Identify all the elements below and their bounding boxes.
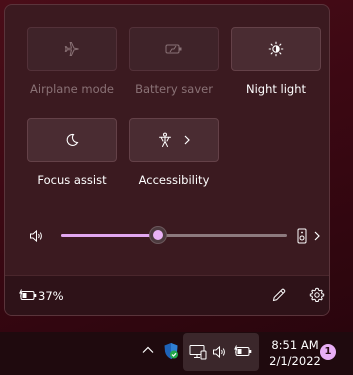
pencil-icon[interactable] [271, 287, 287, 303]
battery-saver-toggle[interactable] [129, 27, 219, 71]
battery-charging-icon[interactable] [19, 289, 37, 301]
night-light-label: Night light [245, 82, 307, 96]
notification-badge[interactable]: 1 [320, 344, 336, 360]
chevron-right-icon[interactable] [313, 231, 321, 241]
battery-saver-icon [165, 43, 183, 55]
focus-assist-toggle[interactable] [27, 118, 117, 162]
night-light-toggle[interactable] [231, 27, 321, 71]
airplane-mode-label: Airplane mode [30, 82, 114, 96]
taskbar-clock-time[interactable]: 8:51 AM [265, 338, 325, 352]
network-icon [189, 344, 207, 360]
speaker-icon[interactable] [29, 229, 45, 243]
security-shield-icon[interactable] [163, 342, 179, 360]
volume-icon [212, 345, 228, 359]
battery-icon [234, 345, 252, 357]
accessibility-toggle[interactable] [129, 118, 219, 162]
gear-icon[interactable] [309, 287, 325, 303]
taskbar: 8:51 AM 2/1/2022 1 [0, 332, 353, 375]
battery-percentage: 37% [38, 289, 64, 303]
accessibility-icon [157, 132, 173, 148]
battery-saver-label: Battery saver [135, 82, 213, 96]
volume-slider-fill [61, 234, 159, 237]
chevron-right-icon [183, 135, 191, 145]
night-light-icon [268, 41, 284, 57]
chevron-up-icon[interactable] [142, 345, 154, 355]
volume-slider[interactable] [61, 227, 287, 243]
accessibility-label: Accessibility [138, 173, 210, 187]
focus-assist-label: Focus assist [37, 173, 107, 187]
quick-settings-panel: Airplane mode Battery saver Night light … [4, 4, 330, 316]
system-tray-group[interactable] [183, 333, 259, 371]
speaker-device-icon[interactable] [297, 228, 307, 244]
taskbar-clock-date[interactable]: 2/1/2022 [265, 354, 325, 368]
volume-slider-thumb[interactable] [150, 227, 167, 243]
focus-assist-icon [64, 132, 80, 148]
airplane-icon [64, 41, 80, 57]
airplane-mode-toggle[interactable] [27, 27, 117, 71]
